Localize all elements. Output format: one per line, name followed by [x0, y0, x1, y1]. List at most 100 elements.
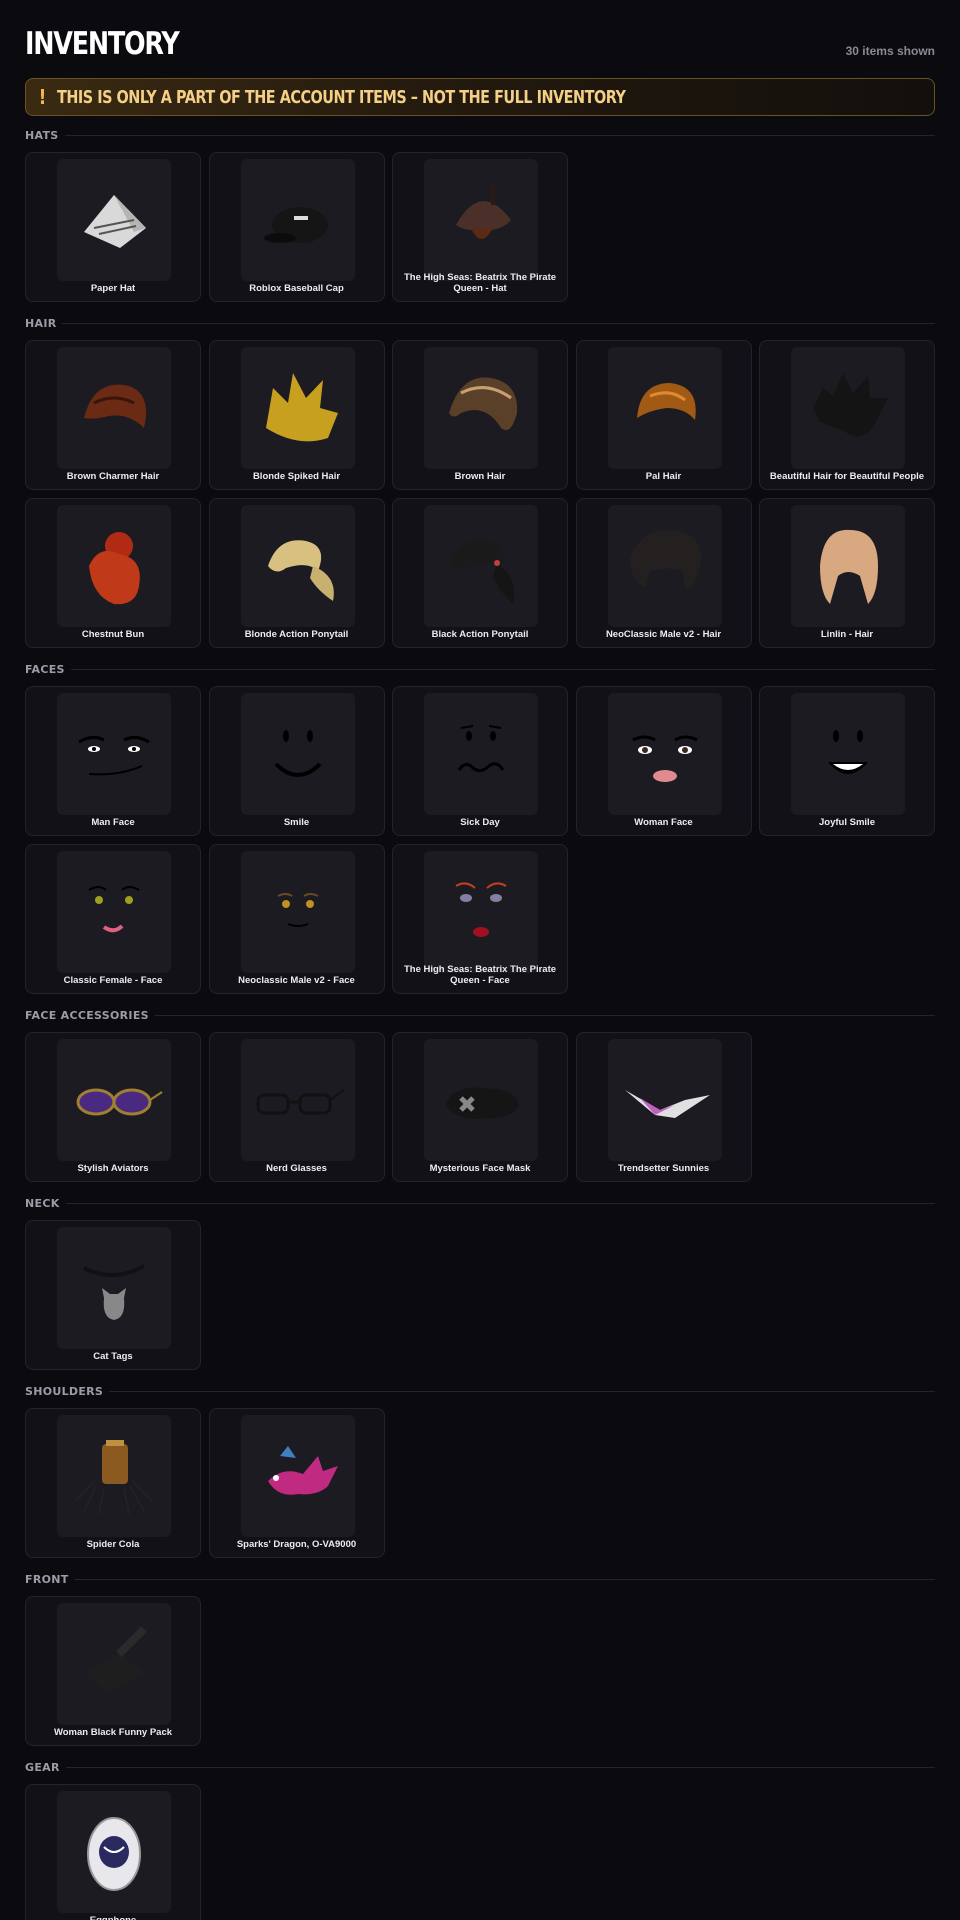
item-grid: Stylish Aviators Nerd Glasses Mysterious F… — [25, 1032, 935, 1182]
face-mask-icon — [424, 1039, 538, 1161]
item-card[interactable]: Blonde Spiked Hair — [208, 340, 385, 490]
item-card[interactable]: Stylish Aviators — [25, 1032, 201, 1182]
item-card[interactable]: Spider Cola — [25, 1408, 201, 1558]
item-grid: Paper Hat Roblox Baseball Cap The High Sea… — [25, 152, 935, 302]
section-divider — [25, 135, 935, 136]
item-card[interactable]: Sparks' Dragon, O-VA9000 — [208, 1408, 385, 1558]
item-card[interactable]: Pal Hair — [575, 340, 752, 490]
item-name: NeoClassic Male v2 - Hair — [605, 629, 722, 640]
item-card[interactable]: Trendsetter Sunnies — [575, 1032, 752, 1182]
section-faces: FACES Man Face Smile Sick Day Woman Face Joyf… — [25, 660, 935, 994]
item-card[interactable]: NeoClassic Male v2 - Hair — [575, 498, 752, 648]
item-card[interactable]: Cat Tags — [25, 1220, 201, 1370]
item-name: Chestnut Bun — [81, 629, 145, 640]
section-title: HATS — [25, 129, 59, 142]
item-name: Roblox Baseball Cap — [249, 283, 344, 294]
item-card[interactable]: Brown Charmer Hair — [25, 340, 201, 490]
section-divider — [25, 323, 935, 324]
section-title: HAIR — [25, 317, 57, 330]
item-card[interactable]: Linlin - Hair — [759, 498, 935, 648]
nerd-glasses-icon — [240, 1039, 355, 1161]
item-name: Eggphone — [30, 1915, 196, 1920]
dragon-icon — [240, 1415, 355, 1537]
spider-cola-icon — [57, 1415, 171, 1537]
item-card[interactable]: The High Seas: Beatrix The Pirate Queen … — [392, 844, 568, 994]
section-divider — [25, 1391, 935, 1392]
cat-tags-icon — [57, 1227, 171, 1349]
item-name: Woman Face — [634, 817, 693, 828]
item-name: The High Seas: Beatrix The Pirate Queen … — [403, 964, 557, 986]
item-name: Beautiful Hair for Beautiful People — [769, 471, 925, 482]
hair-pal-icon — [607, 347, 722, 469]
item-card[interactable]: Joyful Smile — [759, 686, 935, 836]
item-card[interactable]: Brown Hair — [392, 340, 568, 490]
section-front: FRONT Woman Black Funny Pack — [25, 1570, 935, 1746]
item-grid: Cat Tags — [25, 1220, 935, 1370]
item-name: Stylish Aviators — [77, 1163, 149, 1174]
items-count: 30 items shown — [845, 44, 935, 58]
section-face-accessories: FACE ACCESSORIES Stylish Aviators Nerd Gla… — [25, 1006, 935, 1182]
funny-pack-icon — [57, 1603, 171, 1725]
item-name: Black Action Ponytail — [431, 629, 529, 640]
item-grid: Man Face Smile Sick Day Woman Face Joyful Sm… — [25, 686, 935, 994]
section-header: FRONT — [25, 1570, 935, 1588]
face-sick-icon — [424, 693, 538, 815]
item-name: Classic Female - Face — [63, 975, 163, 986]
hair-chestnut-bun-icon — [57, 505, 171, 627]
section-divider — [25, 1767, 935, 1768]
section-title: FRONT — [25, 1573, 69, 1586]
section-title: FACES — [25, 663, 65, 676]
section-neck: NECK Cat Tags — [25, 1194, 935, 1370]
item-card[interactable]: Roblox Baseball Cap — [208, 152, 385, 302]
item-card[interactable]: Woman Black Funny Pack — [25, 1596, 201, 1746]
item-grid: Woman Black Funny Pack — [25, 1596, 935, 1746]
section-divider — [25, 1203, 935, 1204]
item-name: Nerd Glasses — [266, 1163, 327, 1174]
item-card[interactable]: Mysterious Face Mask — [392, 1032, 568, 1182]
item-card[interactable]: Black Action Ponytail — [392, 498, 568, 648]
face-man-icon — [57, 693, 171, 815]
section-header: HAIR — [25, 314, 935, 332]
item-card[interactable]: Eggphone — [25, 1784, 201, 1920]
item-card[interactable]: The High Seas: Beatrix The Pirate Queen … — [392, 152, 568, 302]
item-name: Brown Charmer Hair — [66, 471, 160, 482]
item-card[interactable]: Classic Female - Face — [25, 844, 201, 994]
section-header: FACES — [25, 660, 935, 678]
warning-text: THIS IS ONLY A PART OF THE ACCOUNT ITEMS… — [57, 86, 626, 108]
item-card[interactable]: Neoclassic Male v2 - Face — [208, 844, 385, 994]
item-card[interactable]: Woman Face — [575, 686, 752, 836]
item-card[interactable]: Smile — [208, 686, 385, 836]
hair-linlin-icon — [791, 505, 905, 627]
item-grid: Spider Cola Sparks' Dragon, O-VA9000 — [25, 1408, 935, 1558]
item-name: Neoclassic Male v2 - Face — [238, 975, 355, 986]
item-name: Sparks' Dragon, O-VA9000 — [236, 1539, 357, 1550]
section-header: GEAR — [25, 1758, 935, 1776]
sunnies-icon — [607, 1039, 722, 1161]
item-name: Sick Day — [460, 817, 500, 828]
item-name: The High Seas: Beatrix The Pirate Queen … — [403, 272, 557, 294]
item-name: Cat Tags — [93, 1351, 133, 1362]
item-card[interactable]: Paper Hat — [25, 152, 201, 302]
item-name: Blonde Spiked Hair — [252, 471, 341, 482]
section-header: SHOULDERS — [25, 1382, 935, 1400]
section-hair: HAIR Brown Charmer Hair Blonde Spiked Hair… — [25, 314, 935, 648]
hair-brown-charmer-icon — [57, 347, 171, 469]
item-name: Pal Hair — [645, 471, 682, 482]
item-name: Paper Hat — [90, 283, 136, 294]
item-card[interactable]: Man Face — [25, 686, 201, 836]
section-title: NECK — [25, 1197, 60, 1210]
item-card[interactable]: Blonde Action Ponytail — [208, 498, 385, 648]
item-card[interactable]: Beautiful Hair for Beautiful People — [759, 340, 935, 490]
page-title: INVENTORY — [25, 26, 180, 62]
section-title: GEAR — [25, 1761, 60, 1774]
item-grid: Brown Charmer Hair Blonde Spiked Hair Brow… — [25, 340, 935, 648]
aviators-icon — [57, 1039, 171, 1161]
hair-beautiful-icon — [791, 347, 905, 469]
item-name: Man Face — [91, 817, 135, 828]
section-divider — [25, 1579, 935, 1580]
warning-banner: ! THIS IS ONLY A PART OF THE ACCOUNT ITE… — [25, 78, 935, 116]
item-card[interactable]: Sick Day — [392, 686, 568, 836]
hair-black-ponytail-icon — [424, 505, 538, 627]
item-card[interactable]: Nerd Glasses — [208, 1032, 385, 1182]
item-card[interactable]: Chestnut Bun — [25, 498, 201, 648]
